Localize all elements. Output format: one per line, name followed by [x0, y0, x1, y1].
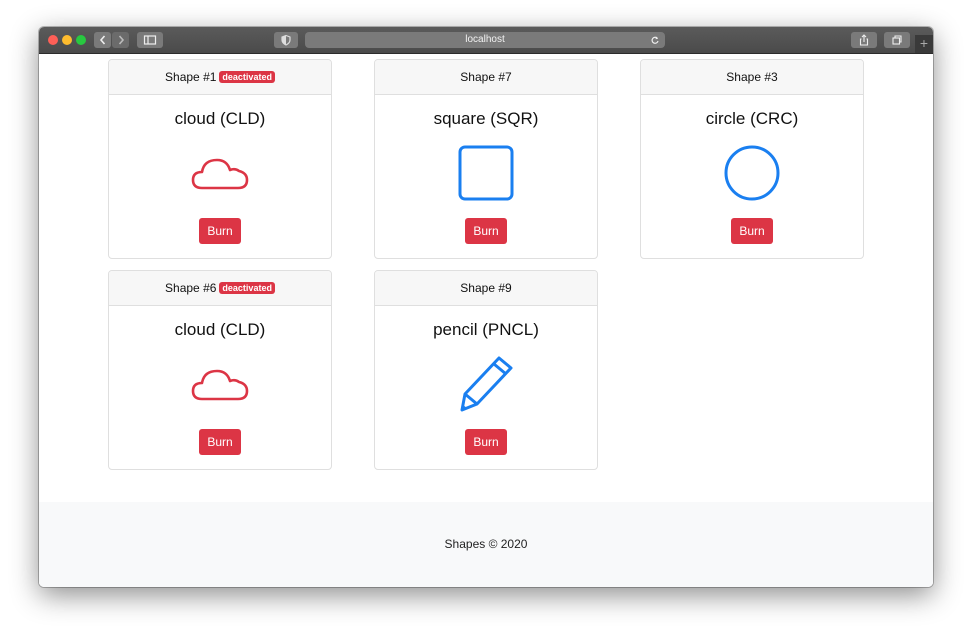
- shape-card: Shape #3 circle (CRC) Burn: [640, 59, 864, 259]
- shape-title: pencil (PNCL): [433, 320, 539, 339]
- shape-title: square (SQR): [433, 109, 539, 128]
- page-content: Shape #1 deactivated cloud (CLD) Burn Sha…: [39, 54, 933, 587]
- burn-button[interactable]: Burn: [465, 429, 507, 455]
- status-badge: deactivated: [219, 282, 275, 294]
- back-icon[interactable]: [94, 32, 111, 48]
- sidebar-icon[interactable]: [137, 32, 163, 48]
- plus-icon[interactable]: +: [915, 35, 933, 53]
- burn-button[interactable]: Burn: [199, 218, 241, 244]
- shield-icon[interactable]: [274, 32, 298, 48]
- shape-number: Shape #6: [165, 281, 217, 295]
- shape-title: circle (CRC): [705, 109, 799, 128]
- browser-window: localhost + Shape #1 deactivated cloud (C…: [39, 27, 933, 587]
- minimize-window-button[interactable]: [62, 35, 72, 45]
- shape-card: Shape #9 pencil (PNCL) Burn: [374, 270, 598, 470]
- shape-number: Shape #9: [460, 281, 512, 295]
- share-icon[interactable]: [851, 32, 877, 48]
- forward-icon[interactable]: [112, 32, 129, 48]
- shape-card: Shape #1 deactivated cloud (CLD) Burn: [108, 59, 332, 259]
- footer-text: Shapes © 2020: [444, 537, 528, 551]
- shape-number: Shape #1: [165, 70, 217, 84]
- status-badge: deactivated: [219, 71, 275, 83]
- shape-card: Shape #6 deactivated cloud (CLD) Burn: [108, 270, 332, 470]
- card-header: Shape #1 deactivated: [109, 60, 331, 95]
- burn-button[interactable]: Burn: [731, 218, 773, 244]
- burn-button[interactable]: Burn: [465, 218, 507, 244]
- circle-icon: [724, 145, 780, 201]
- square-icon: [458, 145, 514, 201]
- cloud-icon: [191, 369, 249, 401]
- url-text: localhost: [465, 34, 505, 45]
- burn-button[interactable]: Burn: [199, 429, 241, 455]
- address-bar[interactable]: localhost: [305, 32, 665, 48]
- cloud-icon: [191, 158, 249, 190]
- reload-icon[interactable]: [650, 32, 660, 54]
- shape-number: Shape #3: [726, 70, 778, 84]
- card-header: Shape #6 deactivated: [109, 271, 331, 306]
- close-window-button[interactable]: [48, 35, 58, 45]
- shape-title: cloud (CLD): [174, 109, 266, 128]
- zoom-window-button[interactable]: [76, 35, 86, 45]
- shape-title: cloud (CLD): [174, 320, 266, 339]
- card-header: Shape #7: [375, 60, 597, 95]
- tabs-icon[interactable]: [884, 32, 910, 48]
- card-header: Shape #9: [375, 271, 597, 306]
- pencil-icon: [460, 356, 513, 412]
- shape-number: Shape #7: [460, 70, 512, 84]
- card-header: Shape #3: [641, 60, 863, 95]
- page-footer: Shapes © 2020: [39, 502, 933, 587]
- shape-card: Shape #7 square (SQR) Burn: [374, 59, 598, 259]
- browser-titlebar: localhost +: [39, 27, 933, 54]
